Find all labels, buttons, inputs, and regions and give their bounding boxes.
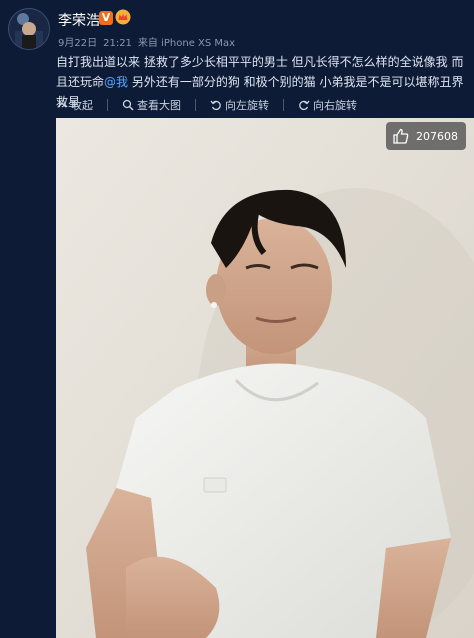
username[interactable]: 李荣浩 — [58, 10, 100, 30]
collapse-icon — [57, 101, 67, 108]
avatar[interactable] — [8, 8, 50, 50]
rotate-right-label: 向右旋转 — [313, 99, 357, 112]
like-count: 207608 — [416, 129, 458, 143]
post-date[interactable]: 9月22日 — [58, 38, 97, 49]
collapse-button[interactable]: 收起 — [56, 97, 93, 113]
collapse-label: 收起 — [71, 99, 93, 112]
rotate-left-label: 向左旋转 — [225, 99, 269, 112]
toolbar-divider — [283, 99, 284, 111]
view-large-button[interactable]: 查看大图 — [122, 97, 181, 113]
avatar-image — [9, 9, 49, 49]
mention-link[interactable]: @我 — [104, 75, 128, 89]
post-source: 来自 iPhone XS Max — [137, 38, 236, 49]
post-photo[interactable]: 207608 — [56, 118, 474, 638]
rotate-right-icon — [299, 100, 310, 111]
post-time[interactable]: 21:21 — [103, 38, 132, 49]
post-meta: 9月22日 21:21 来自 iPhone XS Max — [58, 34, 241, 49]
weibo-post: 李荣浩 V 9月22日 21:21 来自 iPhone XS Max 自打我出道以来… — [0, 0, 474, 638]
crown-icon — [115, 9, 131, 25]
rotate-right-button[interactable]: 向右旋转 — [298, 97, 357, 113]
thumbs-up-icon — [393, 128, 409, 144]
rotate-left-icon — [210, 100, 221, 111]
toolbar-divider — [195, 99, 196, 111]
magnifier-icon — [122, 99, 134, 111]
verified-icon: V — [99, 11, 113, 25]
portrait-illustration — [56, 118, 474, 638]
like-button[interactable]: 207608 — [386, 122, 466, 150]
post-header: 李荣浩 V 9月22日 21:21 来自 iPhone XS Max — [0, 0, 474, 56]
rotate-left-button[interactable]: 向左旋转 — [210, 97, 269, 113]
view-large-label: 查看大图 — [137, 99, 181, 112]
image-toolbar: 收起 查看大图 向左旋转 向右旋转 — [56, 94, 466, 116]
toolbar-divider — [107, 99, 108, 111]
